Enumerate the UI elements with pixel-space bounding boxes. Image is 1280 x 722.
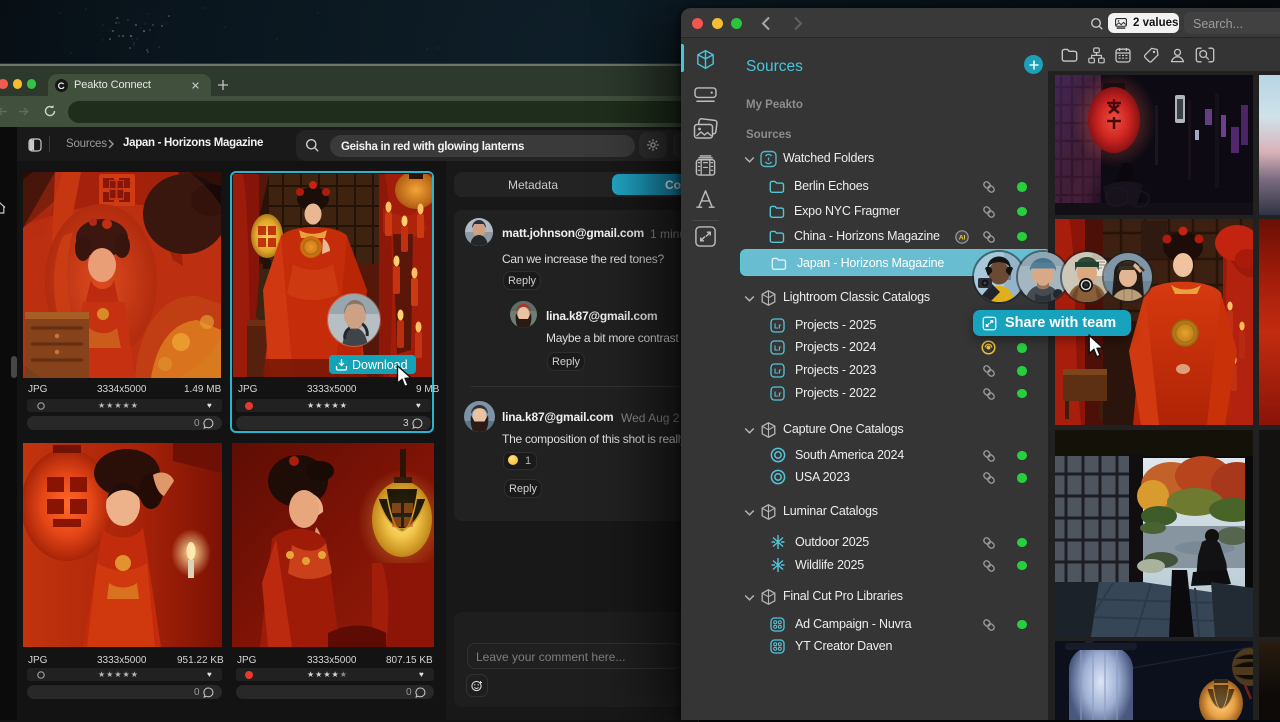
- svg-text:Lr: Lr: [774, 344, 781, 353]
- svg-text:AI: AI: [959, 234, 966, 241]
- svg-text:Lr: Lr: [774, 321, 781, 330]
- svg-text:Lr: Lr: [774, 367, 781, 376]
- svg-text:Lr: Lr: [774, 389, 781, 398]
